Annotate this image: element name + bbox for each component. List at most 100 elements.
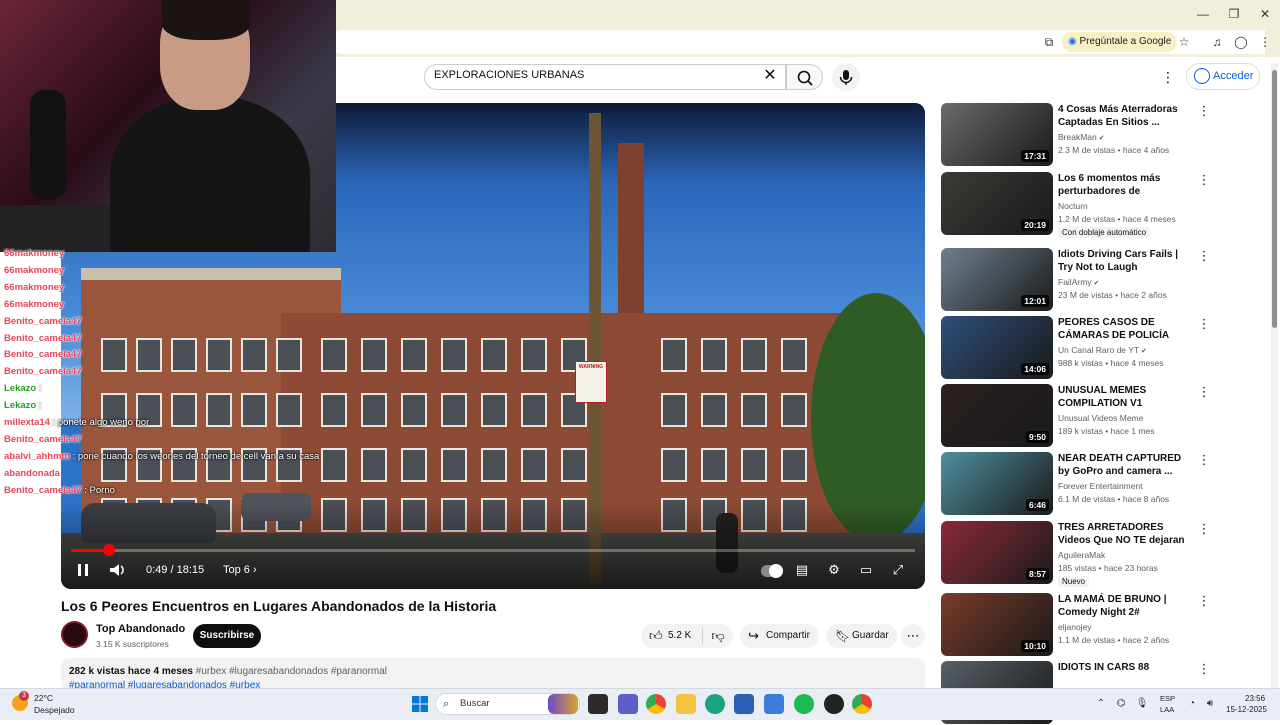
pause-button[interactable] <box>72 559 94 581</box>
video-options-kebab-icon[interactable]: ⋮ <box>1197 384 1211 400</box>
recommended-video[interactable]: 17:31 4 Cosas Más Aterradoras Captadas En… <box>941 103 1231 167</box>
recommended-channel[interactable]: Forever Entertainment <box>1058 481 1143 491</box>
video-options-kebab-icon[interactable]: ⋮ <box>1197 172 1211 188</box>
recommended-video[interactable]: 10:10 LA MAMÁ DE BRUNO | Comedy Night 2# e… <box>941 593 1231 657</box>
recommended-video[interactable]: 12:01 Idiots Driving Cars Fails | Try Not… <box>941 248 1231 312</box>
recommended-title[interactable]: UNUSUAL MEMES COMPILATION V1 <box>1058 384 1193 410</box>
subtitles-button[interactable]: ▤ <box>791 559 813 581</box>
windows-start-button[interactable] <box>410 694 430 714</box>
recommended-channel[interactable]: Nocturn <box>1058 201 1088 211</box>
video-options-kebab-icon[interactable]: ⋮ <box>1197 248 1211 264</box>
terminal-app-icon[interactable] <box>588 694 608 714</box>
recommended-video[interactable]: 9:50 UNUSUAL MEMES COMPILATION V1 Unusual … <box>941 384 1231 448</box>
search-button[interactable] <box>786 64 823 90</box>
scrollbar-thumb[interactable] <box>1272 70 1277 328</box>
video-thumbnail[interactable]: 9:50 <box>941 384 1053 447</box>
settings-button[interactable]: ⚙ <box>823 559 845 581</box>
chrome-active-app-icon[interactable] <box>852 694 872 714</box>
video-thumbnail[interactable]: 6:46 <box>941 452 1053 515</box>
store-app-icon[interactable] <box>734 694 754 714</box>
save-button[interactable]: 🔖︎ Guardar <box>826 624 897 648</box>
clock-date[interactable]: 15-12-2025 <box>1226 705 1267 714</box>
bookmark-star-icon[interactable]: ☆ <box>1175 33 1193 51</box>
subscribe-button[interactable]: Suscribirse <box>193 624 261 648</box>
weather-description[interactable]: Despejado <box>34 705 75 715</box>
video-options-kebab-icon[interactable]: ⋮ <box>1197 316 1211 332</box>
progress-scrubber[interactable] <box>103 544 115 556</box>
install-app-icon[interactable]: ⧉ <box>1040 33 1058 51</box>
language-indicator[interactable]: ESP <box>1160 694 1175 703</box>
recommended-video[interactable]: 8:57 TRES ARRETADORES Videos Que NO TE de… <box>941 521 1231 587</box>
more-actions-button[interactable]: ⋯ <box>901 624 925 648</box>
share-button[interactable]: ↪ Compartir <box>740 624 819 648</box>
weather-temperature[interactable]: 22°C <box>34 693 53 703</box>
recommended-channel[interactable]: AguileraMak <box>1058 550 1105 560</box>
recommended-channel[interactable]: BreakMan ✔ <box>1058 132 1105 142</box>
video-options-kebab-icon[interactable]: ⋮ <box>1197 661 1211 677</box>
recommended-title[interactable]: IDIOTS IN CARS 88 <box>1058 661 1193 674</box>
recommended-title[interactable]: Los 6 momentos más perturbadores de expl… <box>1058 172 1193 198</box>
recommended-channel[interactable]: eljanojey <box>1058 622 1092 632</box>
search-input[interactable]: EXPLORACIONES URBANAS <box>434 69 584 81</box>
close-window-button[interactable]: ✕ <box>1250 5 1280 23</box>
video-thumbnail[interactable]: 10:10 <box>941 593 1053 656</box>
keyboard-layout-indicator[interactable]: LAA <box>1160 705 1174 714</box>
video-options-kebab-icon[interactable]: ⋮ <box>1197 593 1211 609</box>
file-explorer-icon[interactable] <box>676 694 696 714</box>
clear-search-icon[interactable]: ✕ <box>760 66 780 86</box>
media-control-icon[interactable]: ♫ <box>1208 33 1226 51</box>
mic-tray-icon[interactable]: 🎙︎ <box>1135 697 1149 711</box>
recommended-video[interactable]: 14:06 PEORES CASOS DE CÁMARAS DE POLICÍA U… <box>941 316 1231 380</box>
recommended-title[interactable]: LA MAMÁ DE BRUNO | Comedy Night 2# <box>1058 593 1193 619</box>
recommended-title[interactable]: 4 Cosas Más Aterradoras Captadas En Siti… <box>1058 103 1193 129</box>
recommended-channel[interactable]: Un Canal Raro de YT ✔ <box>1058 345 1147 355</box>
network-tray-icon[interactable]: ⌬ <box>1114 697 1128 711</box>
chapter-button[interactable]: Top 6 › <box>223 564 257 576</box>
outlook-app-icon[interactable] <box>764 694 784 714</box>
browser-menu-icon[interactable]: ⋮ <box>1256 33 1274 51</box>
description-tags[interactable]: #urbex #lugaresabandonados #paranormal <box>196 666 387 677</box>
video-thumbnail[interactable]: 8:57 <box>941 521 1053 584</box>
channel-avatar[interactable] <box>61 621 88 648</box>
progress-bar[interactable] <box>71 549 915 552</box>
like-button[interactable]: 👍︎ 5.2 K <box>641 624 701 648</box>
video-thumbnail[interactable]: 20:19 <box>941 172 1053 235</box>
recommended-video[interactable]: 6:46 NEAR DEATH CAPTURED by GoPro and cam… <box>941 452 1231 516</box>
chrome-app-icon[interactable] <box>646 694 666 714</box>
video-options-kebab-icon[interactable]: ⋮ <box>1197 521 1211 537</box>
recommended-title[interactable]: Idiots Driving Cars Fails | Try Not to L… <box>1058 248 1193 274</box>
volume-tray-icon[interactable]: 🔊︎ <box>1203 697 1217 711</box>
game-app-icon[interactable] <box>548 694 578 714</box>
video-thumbnail[interactable]: 17:31 <box>941 103 1053 166</box>
profile-icon[interactable]: ◯ <box>1232 33 1250 51</box>
teams-app-icon[interactable] <box>618 694 638 714</box>
dislike-button[interactable]: 👎︎ <box>706 624 730 648</box>
voice-search-button[interactable] <box>832 63 860 91</box>
recommended-title[interactable]: TRES ARRETADORES Videos Que NO TE dejara… <box>1058 521 1193 547</box>
recommended-channel[interactable]: FailArmy ✔ <box>1058 277 1099 287</box>
video-thumbnail[interactable]: 14:06 <box>941 316 1053 379</box>
recommended-title[interactable]: NEAR DEATH CAPTURED by GoPro and camera … <box>1058 452 1193 478</box>
video-options-kebab-icon[interactable]: ⋮ <box>1197 103 1211 119</box>
recommended-channel[interactable]: Unusual Videos Meme <box>1058 413 1143 423</box>
fullscreen-button[interactable]: ⤢ <box>887 559 909 581</box>
minimize-button[interactable]: — <box>1188 5 1218 23</box>
video-thumbnail[interactable]: 12:01 <box>941 248 1053 311</box>
theater-mode-button[interactable]: ▭ <box>855 559 877 581</box>
spotify-app-icon[interactable] <box>794 694 814 714</box>
autoplay-toggle[interactable] <box>761 564 783 578</box>
ask-google-button[interactable]: ◉ Pregúntale a Google <box>1062 32 1178 52</box>
recommended-video[interactable]: 20:19 Los 6 momentos más perturbadores de… <box>941 172 1231 238</box>
volume-button[interactable] <box>106 559 128 581</box>
obs-app-icon[interactable] <box>824 694 844 714</box>
restore-button[interactable]: ❐ <box>1219 5 1249 23</box>
edge-app-icon[interactable] <box>705 694 725 714</box>
video-options-kebab-icon[interactable]: ⋮ <box>1197 452 1211 468</box>
chat-username: Lekazo <box>4 400 37 412</box>
recommended-title[interactable]: PEORES CASOS DE CÁMARAS DE POLICÍA <box>1058 316 1193 342</box>
wifi-tray-icon[interactable]: ◔ <box>1185 697 1199 711</box>
channel-name[interactable]: Top Abandonado <box>96 623 185 635</box>
settings-kebab-icon[interactable]: ⋮ <box>1160 68 1176 86</box>
tray-overflow-icon[interactable]: ⌃ <box>1094 697 1108 711</box>
clock-time[interactable]: 23:56 <box>1245 694 1265 703</box>
